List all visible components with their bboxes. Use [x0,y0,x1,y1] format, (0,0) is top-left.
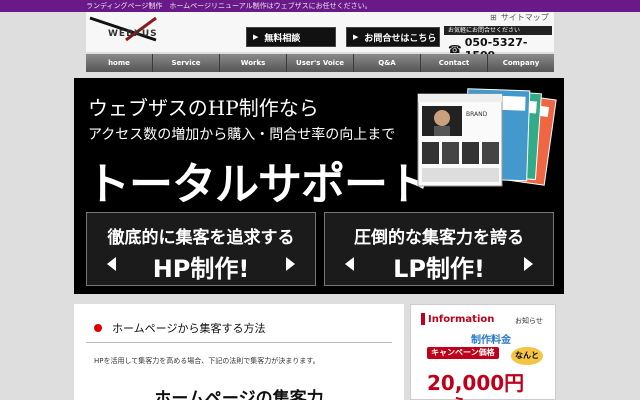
lp-banner-top: 圧倒的な集客力を誇る [354,228,524,248]
bullet-dot-icon [94,324,102,332]
main-content: ホームページから集客する方法 HPを活用して集客力を高める場合、下記の法則で集客… [74,304,404,400]
arrow-right-icon: ▶ [353,33,359,41]
hp-banner-top: 徹底的に集客を追求する [107,228,295,248]
phone-tag: お気軽にお問合せください [444,26,552,35]
campaign-banner[interactable]: 制作料金 キャンペーン価格 なんと 20,000円 ら～ [427,331,549,400]
website-mockups-image: BRAND [417,88,557,187]
nav-item-users-voice[interactable]: User's Voice [287,54,354,72]
divider [86,342,392,343]
section-title-text: ホームページから集客する方法 [112,322,266,335]
section-description: HPを活用して集客力を高める場合、下記の法則で集客力が決まります。 [94,357,320,365]
logo-text: WEBXUS [108,29,158,39]
nav-item-contact[interactable]: Contact [421,54,488,72]
information-note: お知らせ [515,317,543,325]
hero-line-1: ウェブザスのHP制作なら [88,96,319,120]
free-consult-button[interactable]: ▶ 無料相談 [246,27,336,47]
sitemap-label: サイトマップ [500,13,549,22]
triangle-right-icon [524,257,533,271]
arrow-right-icon: ▶ [253,33,259,41]
information-title: Information [428,313,495,325]
tagline: ランディングページ制作 ホームページリニューアル制作はウェブザスにお任せください… [86,2,372,10]
sitemap-link[interactable]: ⊞ サイトマップ [490,12,549,23]
hero-line-2: アクセス数の増加から購入・問合せ率の向上まで [88,127,396,143]
campaign-badge: キャンペーン価格 [427,347,499,359]
top-strip: ランディングページ制作 ホームページリニューアル制作はウェブザスにお任せください… [0,0,640,12]
hp-banner-bottom: HP制作! [152,255,250,283]
section-title: ホームページから集客する方法 [94,320,265,336]
header: WEBXUS ▶ 無料相談 ▶ お問合せはこちら ⊞ サイトマップ お気軽にお問… [86,12,554,62]
main-nav: home Service Works User's Voice Q&A Cont… [86,54,554,72]
fee-label: 制作料金 [471,335,511,346]
hp-production-banner[interactable]: 徹底的に集客を追求する HP制作! [86,212,316,286]
triangle-right-icon [286,257,295,271]
section-heading: ホームページの集客力 [154,389,324,400]
contact-button[interactable]: ▶ お問合せはこちら [346,27,440,47]
nav-item-service[interactable]: Service [153,54,220,72]
hero-headline: トータルサポート [86,159,431,210]
nav-item-works[interactable]: Works [220,54,287,72]
nanto-badge: なんと [511,347,543,365]
hero-banner: ウェブザスのHP制作なら アクセス数の増加から購入・問合せ率の向上まで トータル… [74,78,564,294]
information-panel: Information お知らせ 制作料金 キャンペーン価格 なんと 20,00… [410,304,556,400]
phone-box: お気軽にお問合せください ☎ 050-5327-1509 [444,26,552,62]
lp-banner-bottom: LP制作! [393,255,485,283]
logo[interactable]: WEBXUS [86,16,172,42]
mockup-label: BRAND [466,111,488,118]
free-consult-label: 無料相談 [264,33,301,44]
nav-item-home[interactable]: home [86,54,153,72]
sitemap-icon: ⊞ [490,13,497,22]
info-bar-mark [421,313,425,325]
nav-item-company[interactable]: Company [488,54,554,72]
lp-production-banner[interactable]: 圧倒的な集客力を誇る LP制作! [324,212,554,286]
campaign-price-suffix: ら～ [451,391,483,400]
contact-label: お問合せはこちら [364,33,437,44]
information-header: Information [421,313,494,325]
nav-item-qa[interactable]: Q&A [354,54,421,72]
